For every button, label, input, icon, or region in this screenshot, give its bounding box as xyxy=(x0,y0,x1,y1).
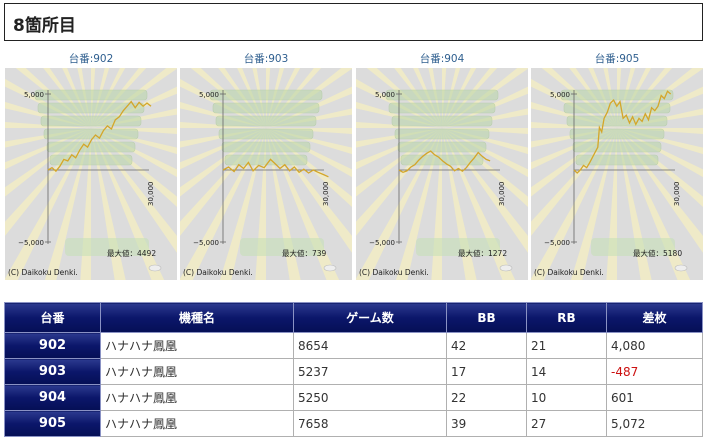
graph-decor-ball xyxy=(674,264,688,272)
graph-x-label: 30,000 xyxy=(673,182,681,207)
graph-caption: 台番:905 xyxy=(594,53,640,65)
machine-table-wrap: 台番 機種名 ゲーム数 BB RB 差枚 902 ハナハナ鳳凰 8654 42 … xyxy=(4,302,704,437)
graph-copyright: (C) Daikoku Denki. xyxy=(8,268,78,277)
graph-decor-tray xyxy=(385,89,499,101)
graph-y-bottom-label: −5,000 xyxy=(18,239,44,247)
cell-model: ハナハナ鳳凰 xyxy=(100,384,294,411)
graph-decor-ball xyxy=(323,264,337,272)
cell-bb: 42 xyxy=(446,332,527,359)
graph-decor-tray xyxy=(575,154,659,166)
graph-caption: 台番:903 xyxy=(243,53,289,65)
graph-decor-tray xyxy=(572,141,662,153)
cell-bb: 39 xyxy=(446,410,527,437)
graph-copyright: (C) Daikoku Denki. xyxy=(183,268,253,277)
graph-y-bottom-label: −5,000 xyxy=(369,239,395,247)
graph-decor-tray xyxy=(391,115,493,127)
graph-x-label: 30,000 xyxy=(147,182,155,207)
cell-bb: 17 xyxy=(446,358,527,385)
cell-diff: 601 xyxy=(606,384,703,411)
graph-905: 台番:905 5,000 −5,000 30,000 最大値：5180 (C) Daik… xyxy=(531,52,703,284)
graph-max-label: 最大値：739 xyxy=(282,248,327,258)
cell-model: ハナハナ鳳凰 xyxy=(100,410,294,437)
graph-y-bottom-label: −5,000 xyxy=(544,239,570,247)
graph-decor-tray xyxy=(209,89,323,101)
graph-decor-tray xyxy=(215,115,317,127)
graph-decor-tray xyxy=(397,141,487,153)
graph-decor-ball xyxy=(499,264,513,272)
col-header-number: 台番 xyxy=(4,302,101,333)
graph-x-label: 30,000 xyxy=(322,182,330,207)
graph-decor-tray xyxy=(40,115,142,127)
cell-rb: 14 xyxy=(526,358,607,385)
graph-decor-tray xyxy=(224,154,308,166)
graph-902: 台番:902 5,000 −5,000 30,000 最大値：4492 (C) Daik… xyxy=(5,52,177,284)
machine-table: 台番 機種名 ゲーム数 BB RB 差枚 902 ハナハナ鳳凰 8654 42 … xyxy=(4,302,703,437)
table-header-row: 台番 機種名 ゲーム数 BB RB 差枚 xyxy=(4,302,703,333)
graph-decor-tray xyxy=(46,141,136,153)
graph-decor-tray xyxy=(43,128,139,140)
graph-max-label: 最大値：5180 xyxy=(633,248,682,258)
cell-number: 904 xyxy=(4,384,101,411)
graph-decor-tray xyxy=(49,154,133,166)
cell-model: ハナハナ鳳凰 xyxy=(100,358,294,385)
cell-number: 905 xyxy=(4,410,101,437)
cell-rb: 27 xyxy=(526,410,607,437)
table-row: 902 ハナハナ鳳凰 8654 42 21 4,080 xyxy=(4,332,703,359)
cell-games: 8654 xyxy=(293,332,447,359)
cell-diff: 5,072 xyxy=(606,410,703,437)
graph-903: 台番:903 5,000 −5,000 30,000 最大値：739 (C) Daiko… xyxy=(180,52,352,284)
graph-decor-tray xyxy=(221,141,311,153)
graph-decor-tray xyxy=(569,128,665,140)
page-title: 8箇所目 xyxy=(13,16,76,36)
graph-max-label: 最大値：4492 xyxy=(107,248,156,258)
graph-chart: 5,000 −5,000 30,000 最大値：1272 (C) Daikoku Den… xyxy=(356,68,528,280)
table-row: 903 ハナハナ鳳凰 5237 17 14 -487 xyxy=(4,358,703,385)
col-header-rb: RB xyxy=(526,302,607,333)
cell-rb: 21 xyxy=(526,332,607,359)
graph-copyright: (C) Daikoku Denki. xyxy=(534,268,604,277)
graph-decor-tray xyxy=(566,115,668,127)
graph-y-top-label: 5,000 xyxy=(24,91,44,99)
col-header-diff: 差枚 xyxy=(606,302,703,333)
cell-rb: 10 xyxy=(526,384,607,411)
graph-decor-tray xyxy=(394,128,490,140)
table-row: 904 ハナハナ鳳凰 5250 22 10 601 xyxy=(4,384,703,411)
graph-decor-tray xyxy=(212,102,320,114)
cell-number: 902 xyxy=(4,332,101,359)
graph-y-bottom-label: −5,000 xyxy=(193,239,219,247)
cell-number: 903 xyxy=(4,358,101,385)
section-title-box: 8箇所目 xyxy=(4,3,703,41)
graph-caption: 台番:902 xyxy=(68,53,114,65)
table-row: 905 ハナハナ鳳凰 7658 39 27 5,072 xyxy=(4,410,703,437)
graph-decor-ball xyxy=(148,264,162,272)
cell-model: ハナハナ鳳凰 xyxy=(100,332,294,359)
col-header-model: 機種名 xyxy=(100,302,294,333)
graph-decor-tray xyxy=(560,89,674,101)
col-header-games: ゲーム数 xyxy=(293,302,447,333)
graph-copyright: (C) Daikoku Denki. xyxy=(359,268,429,277)
graph-y-top-label: 5,000 xyxy=(550,91,570,99)
graph-max-label: 最大値：1272 xyxy=(458,248,507,258)
graph-caption: 台番:904 xyxy=(419,53,465,65)
cell-diff: 4,080 xyxy=(606,332,703,359)
graph-decor-tray xyxy=(563,102,671,114)
graph-chart: 5,000 −5,000 30,000 最大値：5180 (C) Daikoku Den… xyxy=(531,68,703,280)
cell-bb: 22 xyxy=(446,384,527,411)
cell-games: 7658 xyxy=(293,410,447,437)
graph-row: 台番:902 5,000 −5,000 30,000 最大値：4492 (C) Daik… xyxy=(5,52,705,284)
cell-games: 5237 xyxy=(293,358,447,385)
graph-decor-tray xyxy=(388,102,496,114)
graph-decor-tray xyxy=(34,89,148,101)
graph-y-top-label: 5,000 xyxy=(199,91,219,99)
graph-chart: 5,000 −5,000 30,000 最大値：4492 (C) Daikoku Den… xyxy=(5,68,177,280)
graph-chart: 5,000 −5,000 30,000 最大値：739 (C) Daikoku Denk… xyxy=(180,68,352,280)
graph-decor-tray xyxy=(218,128,314,140)
graph-y-top-label: 5,000 xyxy=(375,91,395,99)
col-header-bb: BB xyxy=(446,302,527,333)
cell-games: 5250 xyxy=(293,384,447,411)
cell-diff: -487 xyxy=(606,358,703,385)
graph-904: 台番:904 5,000 −5,000 30,000 最大値：1272 (C) Daik… xyxy=(356,52,528,284)
graph-x-label: 30,000 xyxy=(498,182,506,207)
